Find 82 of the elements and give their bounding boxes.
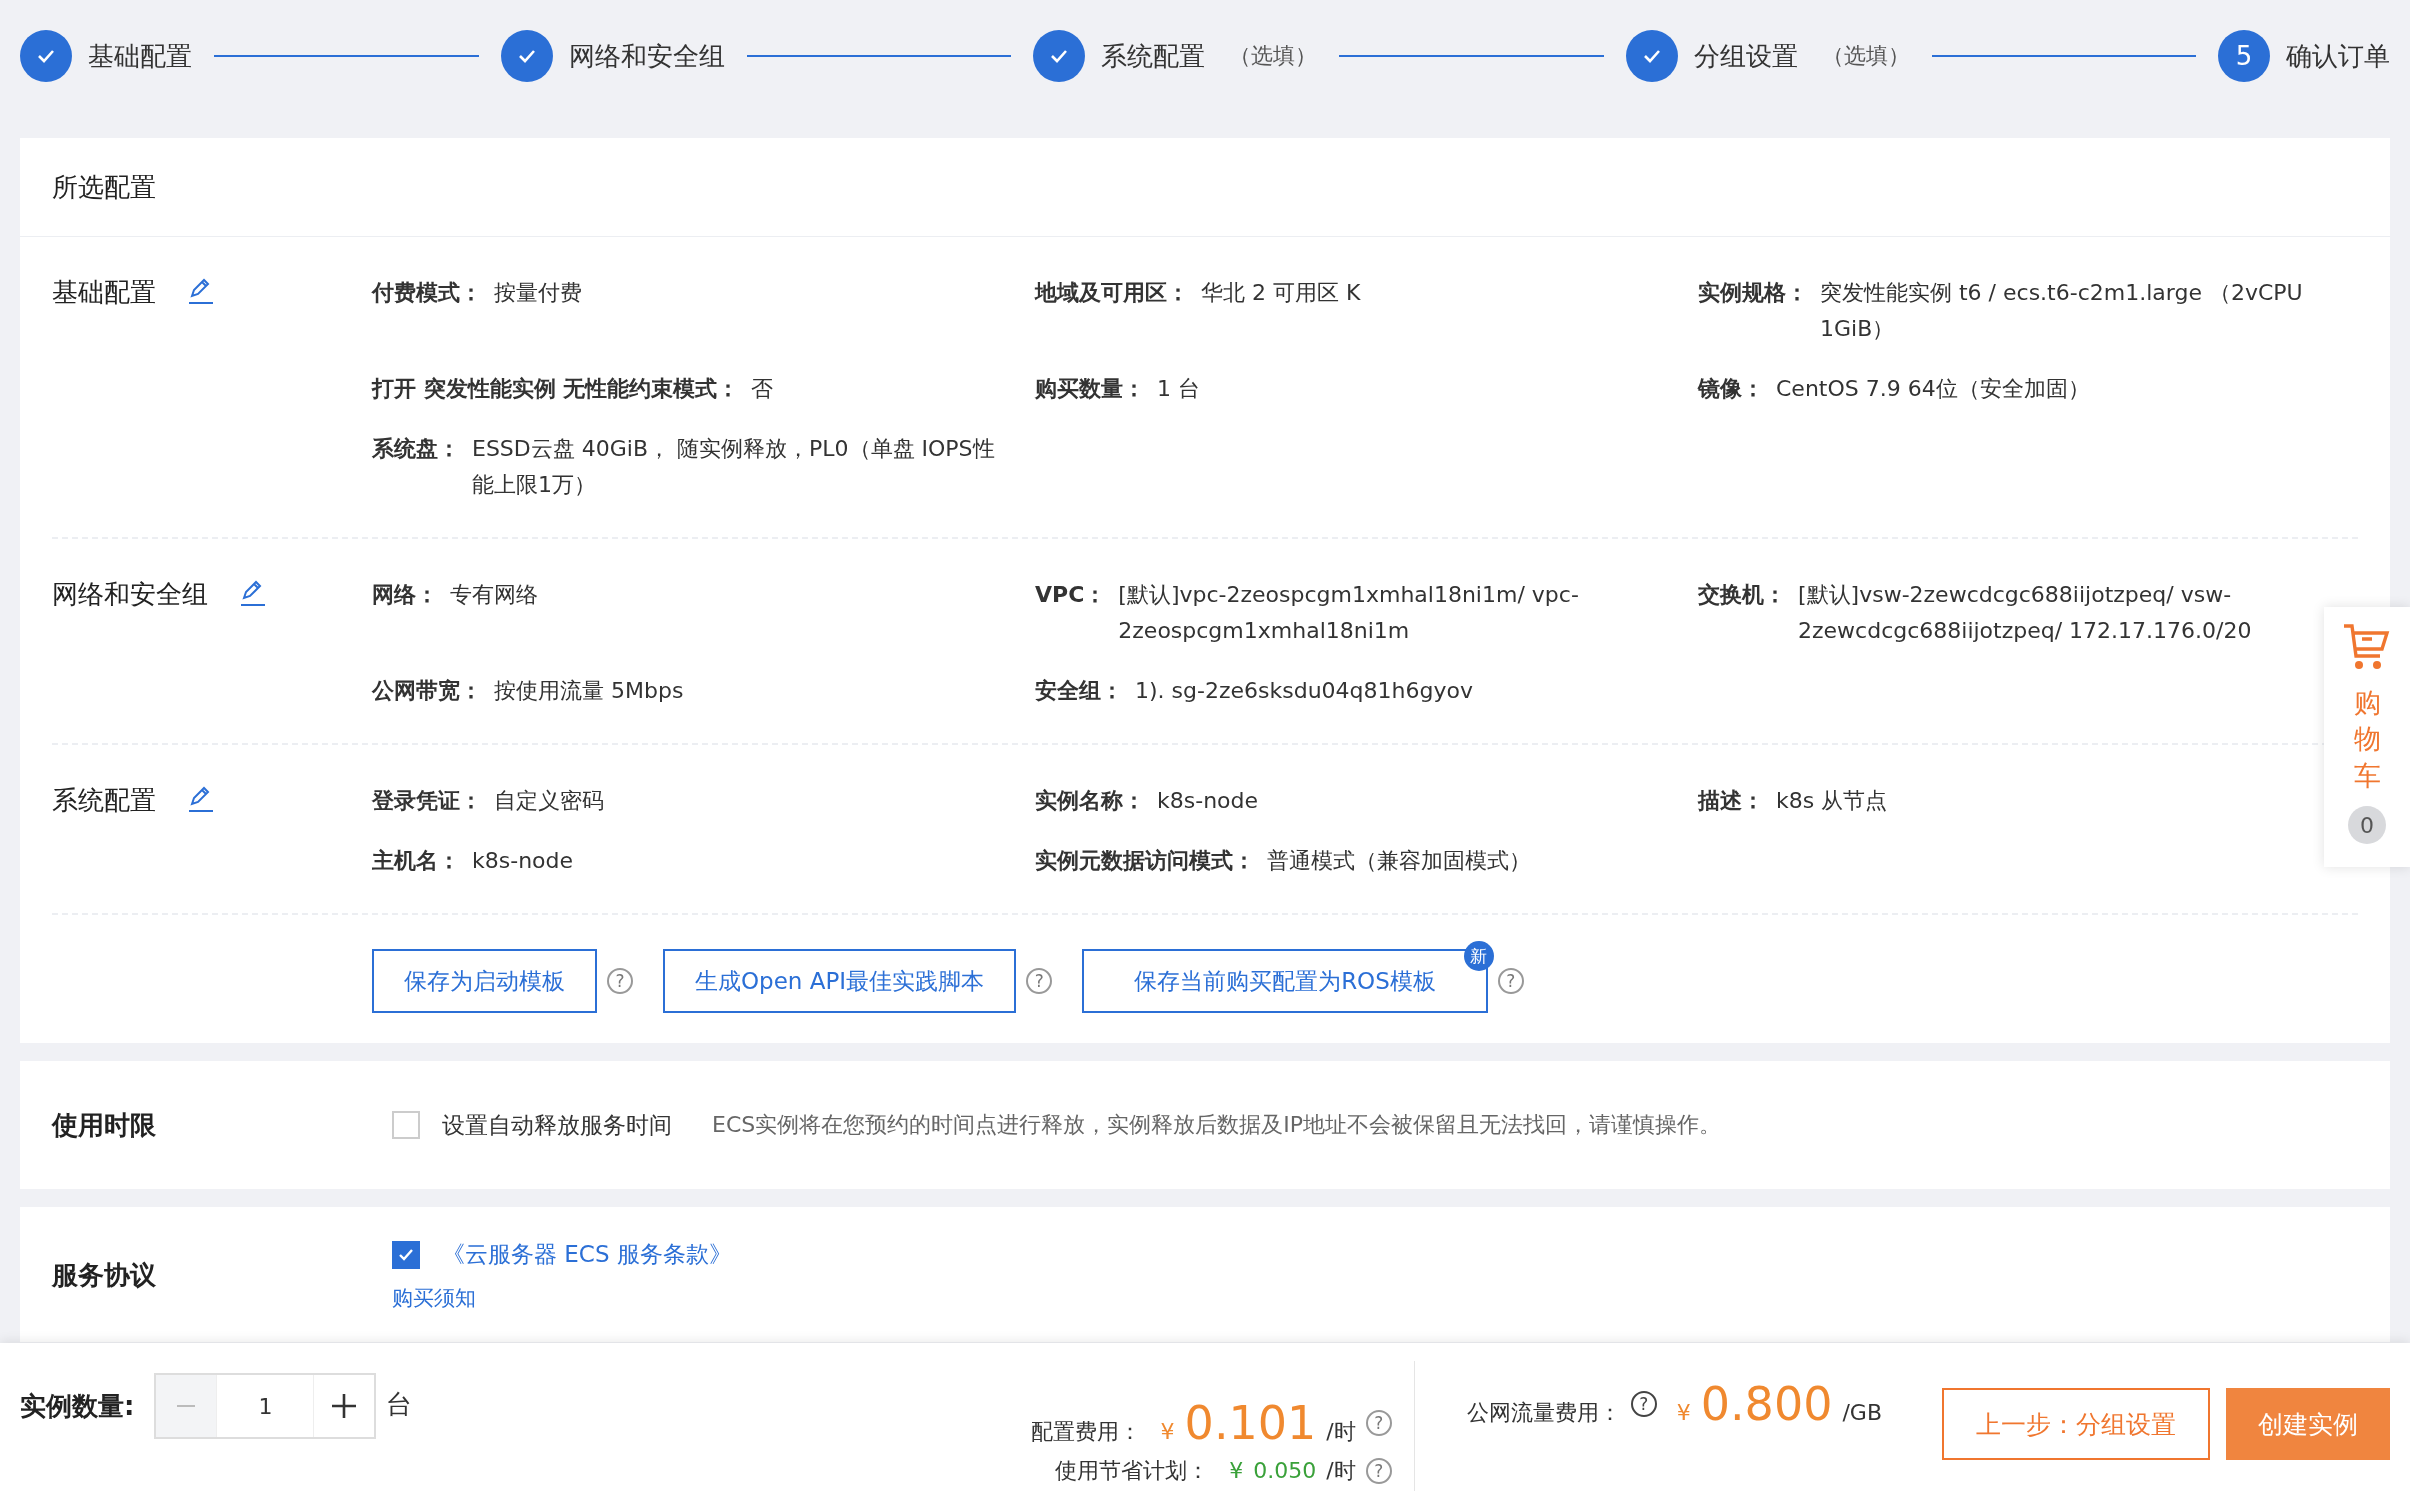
savings-label: 使用节省计划：	[1055, 1456, 1210, 1485]
outline-button[interactable]: 生成Open API最佳实践脚本	[663, 949, 1017, 1013]
step-label: 分组设置	[1693, 39, 1798, 73]
create-button[interactable]: 创建实例	[2226, 1388, 2390, 1460]
step-number: 5	[2235, 41, 2253, 71]
field-label: 主机名：	[372, 847, 460, 875]
quantity-unit: 台	[386, 1388, 413, 1421]
back-button[interactable]: 上一步：分组设置	[1942, 1388, 2210, 1460]
field-label: VPC：	[1035, 581, 1107, 609]
fee-amount: 0.101	[1184, 1395, 1317, 1450]
field-label: 交换机：	[1698, 581, 1786, 609]
step-label: 系统配置	[1101, 39, 1205, 73]
field-value: CentOS 7.9 64位（安全加固）	[1776, 375, 2090, 403]
new-badge: 新	[1463, 941, 1494, 971]
currency-sign: ¥	[1676, 1400, 1691, 1425]
field-value: 1 台	[1157, 375, 1200, 403]
cart-panel[interactable]: 购物车 0	[2324, 607, 2410, 867]
field-value: 普通模式（兼容加固模式）	[1267, 847, 1531, 875]
help-icon[interactable]: ?	[1630, 1391, 1657, 1417]
field-label: 付费模式：	[372, 279, 482, 307]
help-icon[interactable]: ?	[607, 968, 633, 994]
field-label: 登录凭证：	[372, 787, 482, 815]
cart-count: 0	[2348, 806, 2386, 845]
field-label: 打开 突发性能实例 无性能约束模式：	[372, 375, 740, 403]
section-title: 基础配置	[52, 276, 156, 309]
field-label: 描述：	[1698, 787, 1764, 815]
field-label: 实例元数据访问模式：	[1035, 847, 1255, 875]
field-label: 实例规格：	[1698, 279, 1808, 307]
section-title: 使用时限	[52, 1108, 157, 1142]
section-title: 服务协议	[52, 1259, 157, 1292]
fee-label: 配置费用：	[1030, 1417, 1141, 1446]
section-title: 网络和安全组	[52, 578, 208, 611]
field-value: 自定义密码	[494, 787, 604, 815]
help-icon[interactable]: ?	[1026, 968, 1053, 994]
field-value: 华北 2 可用区 K	[1201, 279, 1361, 307]
step-label: 基础配置	[88, 39, 192, 73]
card-title: 所选配置	[52, 170, 156, 204]
step-note: （选填）	[1229, 42, 1317, 70]
field-label: 实例名称：	[1035, 787, 1145, 815]
help-icon[interactable]: ?	[1497, 968, 1524, 994]
field-label: 网络：	[372, 581, 438, 609]
field-value: [默认]vsw-2zewcdcgc688iijotzpeq/ vsw-2zewcdcgc688iijotzpeq/ 172.17.176.0/20	[1798, 581, 2253, 645]
terms-link[interactable]: 《云服务器 ECS 服务条款》	[442, 1239, 732, 1270]
field-value: [默认]vpc-2zeospcgm1xmhal18ni1m/ vpc-2zeospcgm1xmhal18ni1m	[1118, 581, 1580, 645]
step-label: 确认订单	[2286, 39, 2390, 73]
field-label: 镜像：	[1698, 375, 1764, 403]
fee-unit: /时	[1326, 1417, 1356, 1446]
field-label: 公网带宽：	[372, 677, 482, 705]
fee-label: 公网流量费用：	[1466, 1399, 1621, 1427]
field-value: 按量付费	[494, 279, 582, 307]
field-value: k8s-node	[472, 847, 574, 875]
section-title: 系统配置	[52, 784, 156, 817]
field-label: 购买数量：	[1035, 375, 1145, 403]
help-icon[interactable]: ?	[1365, 1457, 1392, 1484]
field-value: ESSD云盘 40GiB， 随实例释放，PL0（单盘 IOPS性能上限1万）	[472, 435, 996, 499]
cart-label: 购物车	[2353, 686, 2381, 793]
field-value: k8s 从节点	[1776, 787, 1888, 815]
field-value: k8s-node	[1157, 787, 1259, 815]
checkbox-label: 设置自动释放服务时间	[442, 1110, 672, 1140]
field-value: 1). sg-2ze6sksdu04q81h6gyov	[1135, 677, 1473, 705]
quantity-stepper[interactable]: 1	[154, 1373, 377, 1439]
savings-unit: /时	[1326, 1456, 1356, 1485]
release-note: ECS实例将在您预约的时间点进行释放，实例释放后数据及IP地址不会被保留且无法找回，请谨慎操作。	[712, 1111, 1721, 1139]
field-label: 系统盘：	[372, 435, 460, 463]
field-value: 否	[751, 375, 774, 403]
purchase-notice-link[interactable]: 购买须知	[392, 1284, 732, 1312]
currency-sign: ¥	[1229, 1457, 1244, 1483]
help-icon[interactable]: ?	[1365, 1409, 1392, 1436]
field-label: 地域及可用区：	[1035, 279, 1189, 307]
step-note: （选填）	[1821, 42, 1910, 70]
savings-amount: 0.050	[1253, 1457, 1317, 1483]
currency-sign: ¥	[1160, 1418, 1175, 1444]
fee-amount: 0.800	[1700, 1377, 1833, 1431]
quantity-label: 实例数量:	[20, 1390, 135, 1423]
field-value: 按使用流量 5Mbps	[494, 677, 684, 705]
field-value: 突发性能实例 t6 / ecs.t6-c2m1.large （2vCPU 1GiB）	[1820, 279, 2304, 343]
fee-unit: /GB	[1842, 1400, 1882, 1425]
field-label: 安全组：	[1035, 677, 1123, 705]
outline-button[interactable]: 保存为启动模板	[372, 949, 597, 1013]
step-label: 网络和安全组	[568, 39, 725, 73]
field-value: 专有网络	[450, 581, 538, 609]
checkbox[interactable]	[392, 1240, 420, 1269]
